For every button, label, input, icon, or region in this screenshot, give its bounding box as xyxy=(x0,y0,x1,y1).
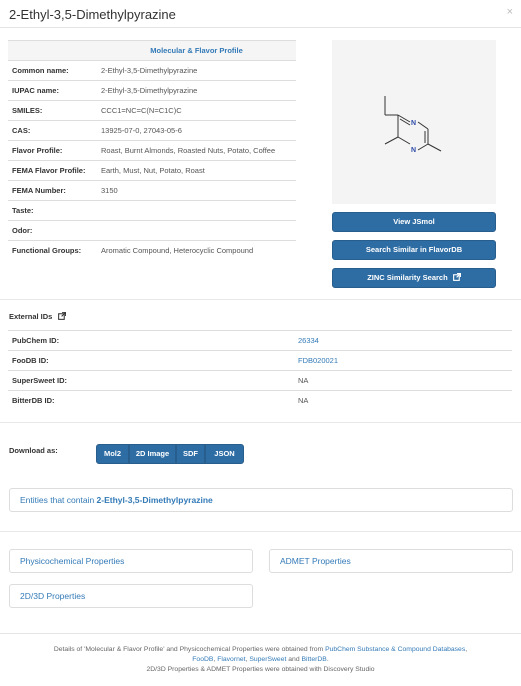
property-key: FEMA Number: xyxy=(8,180,97,201)
entities-prefix: Entities that contain xyxy=(20,495,97,505)
property-key: Taste: xyxy=(8,200,97,221)
table-row: SuperSweet ID: NA xyxy=(8,370,512,391)
table-row: SMILES: CCC1=NC=C(N=C1C)C xyxy=(8,100,296,121)
download-button-group: Mol2 2D Image SDF JSON xyxy=(96,444,244,464)
property-value: 2-Ethyl-3,5-Dimethylpyrazine xyxy=(97,60,296,81)
property-key: FEMA Flavor Profile: xyxy=(8,160,97,181)
table-header-row: Molecular & Flavor Profile xyxy=(8,40,296,61)
section-divider xyxy=(0,531,521,532)
section-divider xyxy=(0,299,521,300)
external-ids-heading: External IDs xyxy=(9,312,67,321)
property-key: Common name: xyxy=(8,60,97,81)
property-value: 3150 xyxy=(97,180,296,201)
download-label: Download as: xyxy=(9,446,58,455)
supersweet-link[interactable]: SuperSweet xyxy=(249,656,286,663)
table-row: Odor: xyxy=(8,220,296,241)
download-sdf-button[interactable]: SDF xyxy=(176,444,205,464)
property-key: CAS: xyxy=(8,120,97,141)
property-value: 2-Ethyl-3,5-Dimethylpyrazine xyxy=(97,80,296,101)
footer-text: and xyxy=(286,656,302,663)
modal-title: 2-Ethyl-3,5-Dimethylpyrazine xyxy=(9,7,176,22)
footer-credits: Details of 'Molecular & Flavor Profile' … xyxy=(0,633,521,686)
property-value: Roast, Burnt Almonds, Roasted Nuts, Pota… xyxy=(97,140,296,161)
id-key: FooDB ID: xyxy=(8,350,294,371)
property-key: IUPAC name: xyxy=(8,80,97,101)
table-row: PubChem ID: 26334 xyxy=(8,330,512,351)
table-row: IUPAC name: 2-Ethyl-3,5-Dimethylpyrazine xyxy=(8,80,296,101)
table-row: CAS: 13925-07-0, 27043-05-6 xyxy=(8,120,296,141)
property-value: 13925-07-0, 27043-05-6 xyxy=(97,120,296,141)
table-row: Common name: 2-Ethyl-3,5-Dimethylpyrazine xyxy=(8,60,296,81)
property-value xyxy=(97,220,296,241)
admet-properties-panel[interactable]: ADMET Properties xyxy=(269,549,513,573)
download-mol2-button[interactable]: Mol2 xyxy=(96,444,129,464)
footer-line-2: FooDB, Flavornet, SuperSweet and BitterD… xyxy=(0,655,521,665)
property-key: SMILES: xyxy=(8,100,97,121)
bitterdb-link[interactable]: BitterDB xyxy=(302,656,327,663)
property-value: CCC1=NC=C(N=C1C)C xyxy=(97,100,296,121)
table-row: FEMA Number: 3150 xyxy=(8,180,296,201)
supersweet-id-value: NA xyxy=(294,370,512,391)
id-key: BitterDB ID: xyxy=(8,390,294,411)
footer-text: , xyxy=(465,646,468,653)
molecule-structure-image: N N xyxy=(332,40,496,204)
foodb-link[interactable]: FooDB xyxy=(192,656,213,663)
table-row: FEMA Flavor Profile: Earth, Must, Nut, Po… xyxy=(8,160,296,181)
pyrazine-structure-drawing: N N xyxy=(384,96,442,154)
download-json-button[interactable]: JSON xyxy=(205,444,244,464)
profile-heading: Molecular & Flavor Profile xyxy=(97,40,296,61)
external-ids-label: External IDs xyxy=(9,312,53,321)
table-row: BitterDB ID: NA xyxy=(8,390,512,411)
footer-line-1: Details of 'Molecular & Flavor Profile' … xyxy=(0,645,521,655)
nitrogen-atom-label: N xyxy=(411,147,416,154)
nitrogen-atom-label: N xyxy=(411,120,416,127)
2d-3d-properties-panel[interactable]: 2D/3D Properties xyxy=(9,584,253,608)
molecular-profile-table: Molecular & Flavor Profile Common name: 2… xyxy=(8,40,296,261)
external-link-icon xyxy=(58,312,67,320)
close-icon[interactable]: × xyxy=(507,6,513,18)
property-key: Flavor Profile: xyxy=(8,140,97,161)
property-value: Aromatic Compound, Heterocyclic Compound xyxy=(97,240,296,261)
pubchem-id-link[interactable]: 26334 xyxy=(298,336,319,345)
zinc-similarity-button[interactable]: ZINC Similarity Search xyxy=(332,268,496,288)
id-key: SuperSweet ID: xyxy=(8,370,294,391)
property-key: Odor: xyxy=(8,220,97,241)
footer-text: Details of 'Molecular & Flavor Profile' … xyxy=(53,646,326,653)
section-divider xyxy=(0,422,521,423)
search-similar-button[interactable]: Search Similar in FlavorDB xyxy=(332,240,496,260)
download-2d-image-button[interactable]: 2D Image xyxy=(129,444,176,464)
property-value xyxy=(97,200,296,221)
flavornet-link[interactable]: Flavornet xyxy=(217,656,245,663)
footer-line-3: 2D/3D Properties & ADMET Properties were… xyxy=(146,666,375,673)
table-row: FooDB ID: FDB020021 xyxy=(8,350,512,371)
property-key: Functional Groups: xyxy=(8,240,97,261)
table-row: Functional Groups: Aromatic Compound, Het… xyxy=(8,240,296,261)
zinc-similarity-label: ZINC Similarity Search xyxy=(367,273,448,282)
bitterdb-id-value: NA xyxy=(294,390,512,411)
external-link-icon xyxy=(452,273,461,281)
entities-panel[interactable]: Entities that contain 2-Ethyl-3,5-Dimeth… xyxy=(9,488,513,512)
modal-header: 2-Ethyl-3,5-Dimethylpyrazine × xyxy=(0,0,521,28)
id-key: PubChem ID: xyxy=(8,330,294,351)
table-row: Flavor Profile: Roast, Burnt Almonds, Roa… xyxy=(8,140,296,161)
external-ids-table: PubChem ID: 26334 FooDB ID: FDB020021 Supe… xyxy=(8,330,512,411)
physicochemical-properties-panel[interactable]: Physicochemical Properties xyxy=(9,549,253,573)
footer-text: . xyxy=(326,656,329,663)
entities-compound-name: 2-Ethyl-3,5-Dimethylpyrazine xyxy=(96,495,213,505)
pubchem-databases-link[interactable]: PubChem Substance & Compound Databases xyxy=(325,646,465,653)
table-row: Taste: xyxy=(8,200,296,221)
foodb-id-link[interactable]: FDB020021 xyxy=(298,356,338,365)
view-jsmol-button[interactable]: View JSmol xyxy=(332,212,496,232)
property-value: Earth, Must, Nut, Potato, Roast xyxy=(97,160,296,181)
